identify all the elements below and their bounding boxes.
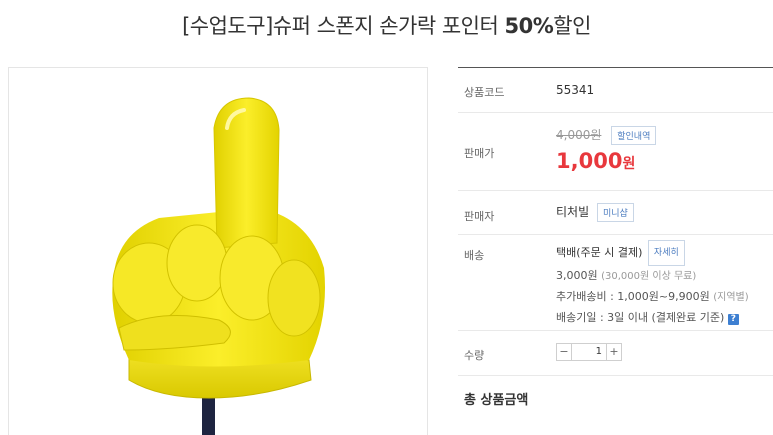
code-label: 상품코드: [464, 86, 505, 99]
seller-line: 티처빌 미니샵: [556, 203, 634, 222]
title-suffix: 할인: [553, 14, 591, 38]
price-label: 판매가: [464, 147, 495, 160]
seller-label: 판매자: [464, 210, 495, 223]
title-prefix: [수업도구]슈퍼 스폰지 손가락 포인터: [182, 14, 505, 38]
quantity-input[interactable]: 1: [571, 344, 607, 360]
product-title: [수업도구]슈퍼 스폰지 손가락 포인터 50%할인: [0, 10, 773, 40]
shipping-details: 택배(주문 시 결제) 자세히 3,000원 (30,000원 이상 무료) 추…: [556, 240, 771, 328]
quantity-stepper: − 1 +: [556, 343, 622, 361]
total-price-label: 총 상품금액: [464, 393, 529, 408]
minishop-button[interactable]: 미니샵: [596, 203, 634, 222]
extra-fee-line: 추가배송비 : 1,000원~9,900원 (지역별): [556, 287, 771, 308]
quantity-increase-button[interactable]: +: [607, 344, 621, 360]
row-product-code: 상품코드 55341: [458, 68, 773, 113]
shipping-fee: 3,000원: [556, 269, 598, 282]
product-info-table: 상품코드 55341 판매가 4,000원 할인내역 1,000원 판매자 티처…: [458, 67, 773, 416]
foam-hand-illustration: [112, 97, 325, 435]
quantity-decrease-button[interactable]: −: [557, 344, 571, 360]
row-shipping: 배송 택배(주문 시 결제) 자세히 3,000원 (30,000원 이상 무료…: [458, 235, 773, 331]
free-shipping-condition: (30,000원 이상 무료): [601, 271, 697, 282]
sale-price-line: 1,000원: [556, 149, 635, 173]
seller-name: 티처빌: [556, 205, 590, 219]
shipping-detail-button[interactable]: 자세히: [647, 240, 685, 266]
sale-price-unit: 원: [622, 156, 636, 172]
row-price: 판매가 4,000원 할인내역 1,000원: [458, 113, 773, 191]
question-icon[interactable]: ?: [727, 314, 739, 325]
code-value: 55341: [556, 83, 595, 97]
shipping-fee-line: 3,000원 (30,000원 이상 무료): [556, 266, 771, 287]
sale-price: 1,000: [556, 149, 623, 173]
shipping-method: 택배(주문 시 결제): [556, 246, 643, 259]
row-quantity: 수량 − 1 +: [458, 331, 773, 376]
original-price-line: 4,000원 할인내역: [556, 126, 657, 145]
discount-detail-button[interactable]: 할인내역: [611, 126, 657, 145]
shipping-method-line: 택배(주문 시 결제) 자세히: [556, 240, 771, 266]
delivery-time: 배송기일 : 3일 이내 (결제완료 기준): [556, 311, 725, 324]
extra-fee: 추가배송비 : 1,000원~9,900원: [556, 290, 710, 303]
original-price: 4,000원: [556, 128, 602, 142]
product-image[interactable]: [8, 67, 428, 435]
row-total: 총 상품금액: [458, 376, 773, 416]
delivery-time-line: 배송기일 : 3일 이내 (결제완료 기준) ?: [556, 308, 771, 328]
quantity-label: 수량: [464, 349, 485, 362]
shipping-label: 배송: [464, 249, 485, 262]
title-discount: 50%: [504, 14, 554, 38]
row-seller: 판매자 티처빌 미니샵: [458, 191, 773, 235]
extra-fee-note: (지역별): [713, 292, 749, 303]
